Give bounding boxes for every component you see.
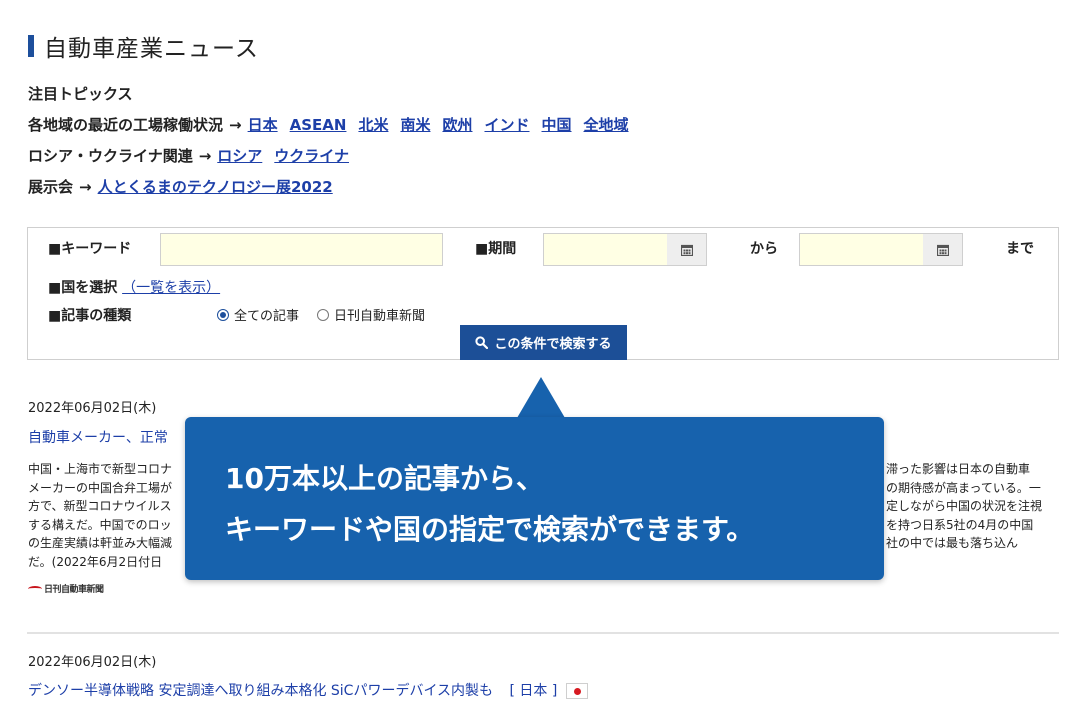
- page-title: 自動車産業ニュース: [28, 32, 259, 62]
- topic-label: 各地域の最近の工場稼働状況: [28, 115, 224, 134]
- radio-all-articles[interactable]: 全ての記事: [217, 305, 299, 324]
- topics-heading: 注目トピックス: [28, 84, 133, 103]
- radio-nikkan-jidosha[interactable]: 日刊自動車新聞: [317, 305, 425, 324]
- topic-row-exhibition: 展示会 → 人とくるまのテクノロジー展2022: [28, 171, 641, 202]
- radio-unchecked-icon: [317, 308, 329, 321]
- topic-row-factory-status: 各地域の最近の工場稼働状況 → 日本 ASEAN 北米 南米 欧州 インド 中国…: [28, 109, 641, 140]
- topic-link-north-america[interactable]: 北米: [358, 114, 388, 136]
- radio-checked-icon: [217, 308, 229, 321]
- arrow-right-icon: →: [198, 146, 212, 165]
- topic-label: ロシア・ウクライナ関連: [28, 146, 193, 165]
- topic-link-exhibition[interactable]: 人とくるまのテクノロジー展2022: [98, 176, 333, 198]
- calendar-from-button[interactable]: [667, 233, 707, 266]
- topic-link-all-regions[interactable]: 全地域: [584, 114, 629, 136]
- search-submit-button[interactable]: この条件で検索する: [460, 325, 627, 360]
- topic-link-europe[interactable]: 欧州: [442, 114, 472, 136]
- callout-line-1: 10万本以上の記事から、: [225, 462, 544, 495]
- radio-all-articles-label: 全ての記事: [234, 309, 300, 324]
- date-from-input[interactable]: [543, 233, 668, 266]
- topic-link-india[interactable]: インド: [484, 114, 529, 136]
- topic-link-ukraine[interactable]: ウクライナ: [274, 145, 349, 167]
- article-country-tag[interactable]: [ 日本 ]: [509, 683, 557, 699]
- country-select-label: ■国を選択 （一覧を表示）: [48, 277, 220, 297]
- to-label: まで: [1006, 241, 1034, 257]
- article-title-row: デンソー半導体戦略 安定調達へ取り組み本格化 SiCパワーデバイス内製も [ 日…: [28, 680, 1058, 700]
- topic-link-south-america[interactable]: 南米: [400, 114, 430, 136]
- title-accent-bar: [28, 35, 34, 57]
- topic-link-russia[interactable]: ロシア: [217, 145, 262, 167]
- topic-link-asean[interactable]: ASEAN: [290, 114, 347, 136]
- arrow-right-icon: →: [229, 115, 242, 134]
- callout-text: 10万本以上の記事から、 キーワードや国の指定で検索ができます。: [225, 453, 754, 555]
- calendar-to-button[interactable]: [923, 233, 963, 266]
- article-divider: [27, 632, 1059, 634]
- article-date: 2022年06月02日(木): [28, 655, 157, 670]
- period-label: ■期間: [475, 241, 517, 257]
- from-label: から: [750, 241, 778, 257]
- article-type-label: ■記事の種類: [48, 308, 132, 324]
- topic-row-russia-ukraine: ロシア・ウクライナ関連 → ロシア ウクライナ: [28, 140, 641, 171]
- japan-flag-icon: [565, 683, 588, 699]
- topic-link-china[interactable]: 中国: [542, 114, 572, 136]
- search-button-label: この条件で検索する: [494, 337, 612, 352]
- logo-swoosh-icon: [28, 585, 42, 592]
- source-logo: 日刊自動車新聞: [28, 582, 104, 595]
- country-list-link[interactable]: （一覧を表示）: [122, 280, 220, 296]
- search-icon: [475, 336, 489, 349]
- topic-label: 展示会: [28, 177, 74, 196]
- page-title-text: 自動車産業ニュース: [44, 36, 259, 62]
- article-excerpt-left: 中国・上海市で新型コロナ メーカーの中国合弁工場が 方で、新型コロナウイルス す…: [28, 462, 173, 569]
- callout-pointer: [517, 377, 565, 418]
- keyword-input[interactable]: [160, 233, 443, 266]
- calendar-icon: [680, 244, 693, 256]
- keyword-label: ■キーワード: [48, 241, 132, 257]
- country-label-text: ■国を選択: [48, 280, 118, 296]
- callout-line-2: キーワードや国の指定で検索ができます。: [225, 513, 755, 546]
- arrow-right-icon: →: [79, 177, 92, 196]
- topics-heading-row: 注目トピックス: [28, 78, 641, 109]
- radio-nikkan-jidosha-label: 日刊自動車新聞: [334, 309, 426, 324]
- article-excerpt-right: 滞った影響は日本の自動車 の期待感が高まっている。一 定しながら中国の状況を注視…: [886, 462, 1043, 550]
- featured-topics: 注目トピックス 各地域の最近の工場稼働状況 → 日本 ASEAN 北米 南米 欧…: [28, 78, 641, 202]
- article-title-link[interactable]: デンソー半導体戦略 安定調達へ取り組み本格化 SiCパワーデバイス内製も: [28, 683, 493, 699]
- feature-callout: 10万本以上の記事から、 キーワードや国の指定で検索ができます。: [185, 417, 884, 580]
- search-panel: ■キーワード ■期間 から まで ■国を選択 （一覧を表示） ■記事の種類 全て…: [27, 227, 1059, 360]
- source-logo-text: 日刊自動車新聞: [44, 585, 104, 595]
- article-item: 2022年06月02日(木) デンソー半導体戦略 安定調達へ取り組み本格化 Si…: [28, 651, 1058, 700]
- date-to-input[interactable]: [799, 233, 924, 266]
- topic-link-japan[interactable]: 日本: [248, 114, 278, 136]
- calendar-icon: [936, 244, 949, 256]
